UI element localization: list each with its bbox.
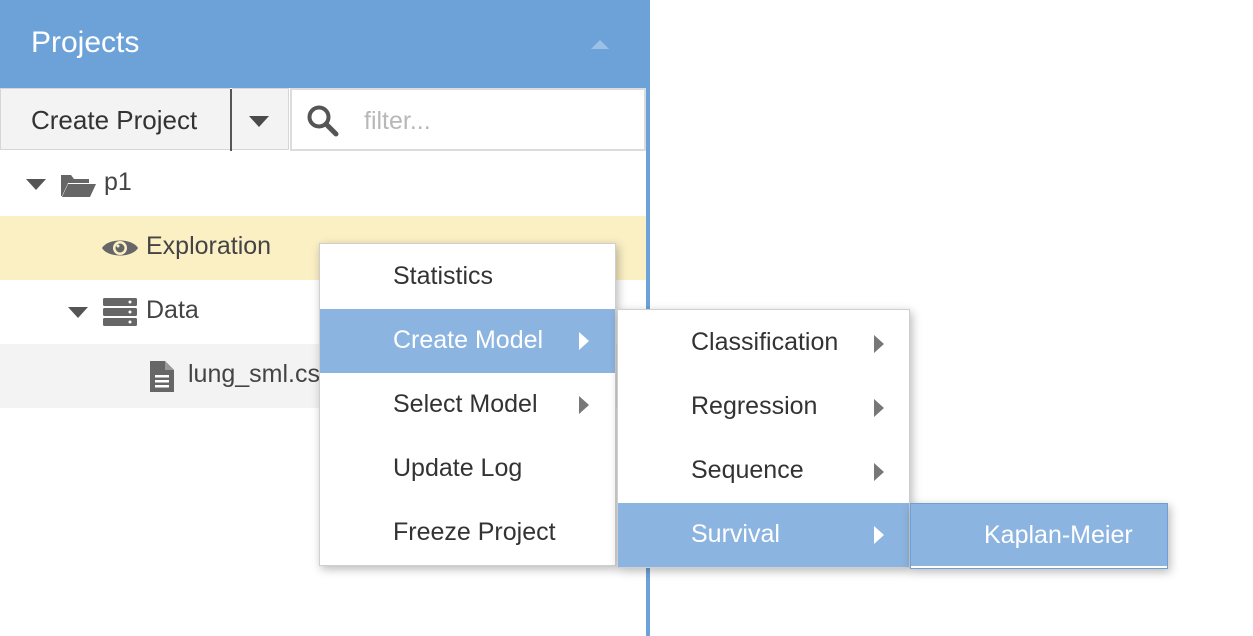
create-model-submenu: Classification Regression Sequence Survi… [617,309,910,568]
menu-item-label: Regression [691,392,818,420]
caret-up-icon[interactable] [591,40,609,49]
submenu-arrow-icon [874,399,884,417]
menu-item-label: Update Log [393,454,523,482]
create-project-button[interactable]: Create Project [0,88,230,150]
menu-item-survival[interactable]: Survival [618,503,909,567]
menu-item-kaplan-meier[interactable]: Kaplan-Meier [911,504,1167,566]
server-icon [103,298,137,326]
menu-item-label: Select Model [393,390,538,418]
filter-input[interactable] [362,98,636,144]
survival-submenu: Kaplan-Meier [910,503,1168,569]
expand-caret-icon[interactable] [26,179,46,190]
menu-item-sequence[interactable]: Sequence [618,439,909,503]
menu-item-regression[interactable]: Regression [618,375,909,439]
search-icon [307,105,339,137]
menu-item-label: Kaplan-Meier [984,521,1133,549]
panel-header: Projects [0,0,646,88]
filter-box [290,88,646,151]
tree-item-label: p1 [104,168,132,196]
expand-caret-icon[interactable] [68,307,88,318]
submenu-arrow-icon [874,526,884,544]
create-project-dropdown-button[interactable] [232,88,289,150]
menu-item-label: Survival [691,520,780,548]
menu-item-select-model[interactable]: Select Model [320,373,615,437]
eye-icon [102,240,138,256]
submenu-arrow-icon [874,335,884,353]
menu-item-label: Freeze Project [393,518,556,546]
file-text-icon [150,361,174,392]
tree-item-p1[interactable]: p1 [0,152,646,216]
menu-item-freeze-project[interactable]: Freeze Project [320,501,615,565]
menu-item-create-model[interactable]: Create Model [320,309,615,373]
tree-item-label: Exploration [146,232,272,260]
tree-item-label: lung_sml.cs [188,360,320,388]
menu-item-label: Sequence [691,456,804,484]
context-menu: Statistics Create Model Select Model Upd… [319,243,616,566]
menu-item-label: Statistics [393,262,494,290]
menu-item-update-log[interactable]: Update Log [320,437,615,501]
caret-down-icon [249,116,269,127]
menu-item-label: Classification [691,328,839,356]
submenu-arrow-icon [579,396,589,414]
submenu-arrow-icon [874,463,884,481]
toolbar: Create Project [0,88,646,152]
tree-item-label: Data [146,296,199,324]
panel-title: Projects [31,26,140,59]
menu-item-statistics[interactable]: Statistics [320,245,615,309]
menu-item-label: Create Model [393,326,544,354]
menu-item-classification[interactable]: Classification [618,311,909,375]
folder-open-icon [61,175,96,197]
submenu-arrow-icon [579,332,589,350]
